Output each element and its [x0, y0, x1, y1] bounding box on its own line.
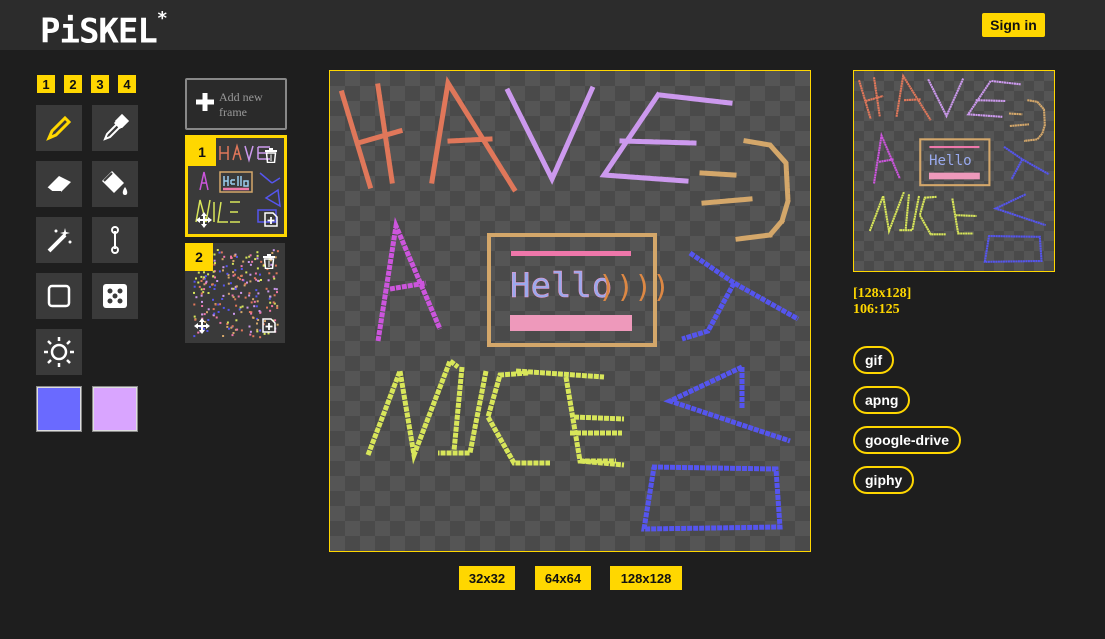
canvas-artwork: Hello ))))	[338, 76, 800, 532]
duplicate-frame-icon[interactable]	[262, 318, 276, 333]
move-icon[interactable]	[196, 212, 212, 228]
pen-tool[interactable]	[36, 105, 82, 151]
rectangle-tool-icon	[47, 284, 71, 308]
paint-bucket-tool-icon	[102, 171, 128, 195]
pen-size-2[interactable]: 2	[64, 75, 82, 93]
stroke-tool-icon	[111, 226, 119, 254]
pen-size-3[interactable]: 3	[91, 75, 109, 93]
letter-d	[641, 464, 783, 532]
hello-text: Hello	[510, 266, 612, 306]
frame-thumbnail-1[interactable]: 1	[185, 135, 287, 237]
resize-32-button[interactable]: 32x32	[459, 566, 515, 590]
pen-tool-icon	[46, 115, 72, 141]
magic-wand-tool-icon	[47, 228, 72, 253]
magic-wand-tool[interactable]	[36, 217, 82, 263]
export-apng-button[interactable]: apng	[853, 386, 911, 414]
export-giphy-button[interactable]: giphy	[853, 466, 915, 494]
letter-v	[504, 85, 596, 185]
move-icon[interactable]	[194, 318, 210, 334]
preview-artwork: Hello	[858, 73, 1050, 263]
primary-color-swatch[interactable]	[36, 386, 82, 432]
frame-number: 2	[185, 243, 213, 271]
eraser-tool-icon	[46, 176, 71, 193]
trash-icon[interactable]	[262, 254, 276, 269]
eyedropper-tool-icon	[103, 113, 130, 141]
dither-tool-icon	[103, 284, 127, 308]
letter-n	[365, 357, 460, 465]
trash-icon[interactable]	[264, 148, 278, 163]
letter-h	[338, 83, 404, 190]
canvas-size-label: [128x128]	[853, 286, 912, 301]
hello-underline	[510, 315, 632, 331]
duplicate-frame-icon[interactable]	[264, 212, 278, 227]
letter-a-day	[663, 364, 791, 444]
plus-icon	[196, 93, 214, 111]
frame-thumbnail-2[interactable]: 2	[185, 243, 285, 343]
export-google-drive-button[interactable]: google-drive	[853, 426, 962, 454]
paint-bucket-tool[interactable]	[92, 161, 138, 207]
dither-tool[interactable]	[92, 273, 138, 319]
eraser-tool[interactable]	[36, 161, 82, 207]
frame-number: 1	[188, 138, 216, 166]
drawing-canvas[interactable]: Hello ))))	[329, 70, 811, 552]
stroke-tool[interactable]	[92, 217, 138, 263]
cursor-position-label: 106:125	[853, 302, 900, 317]
letter-e-nice	[563, 376, 625, 468]
resize-64-button[interactable]: 64x64	[535, 566, 591, 590]
secondary-color-swatch[interactable]	[92, 386, 138, 432]
sign-in-button[interactable]: Sign in	[982, 13, 1045, 37]
preview-info: [128x128] 106:125	[853, 286, 911, 318]
pen-size-1[interactable]: 1	[37, 75, 55, 93]
letter-y	[681, 250, 800, 342]
smiley-face	[699, 138, 791, 242]
lighten-tool[interactable]	[36, 329, 82, 375]
add-new-frame-label: Add new frame	[219, 90, 263, 119]
add-new-frame-button[interactable]: Add new frame	[185, 78, 287, 130]
export-gif-button[interactable]: gif	[853, 346, 895, 374]
rectangle-tool[interactable]	[36, 273, 82, 319]
letter-a-have	[429, 76, 518, 193]
resize-128-button[interactable]: 128x128	[610, 566, 682, 590]
app-logo: PiSKEL*	[40, 8, 168, 52]
lighten-tool-icon	[44, 337, 74, 367]
eyedropper-tool[interactable]	[92, 105, 138, 151]
preview-hello-text: Hello	[929, 153, 972, 169]
pen-size-4[interactable]: 4	[118, 75, 136, 93]
letter-e	[599, 91, 733, 184]
hello-suffix: ))))	[598, 270, 670, 305]
letter-a	[375, 217, 443, 342]
animation-preview: Hello	[853, 70, 1055, 272]
